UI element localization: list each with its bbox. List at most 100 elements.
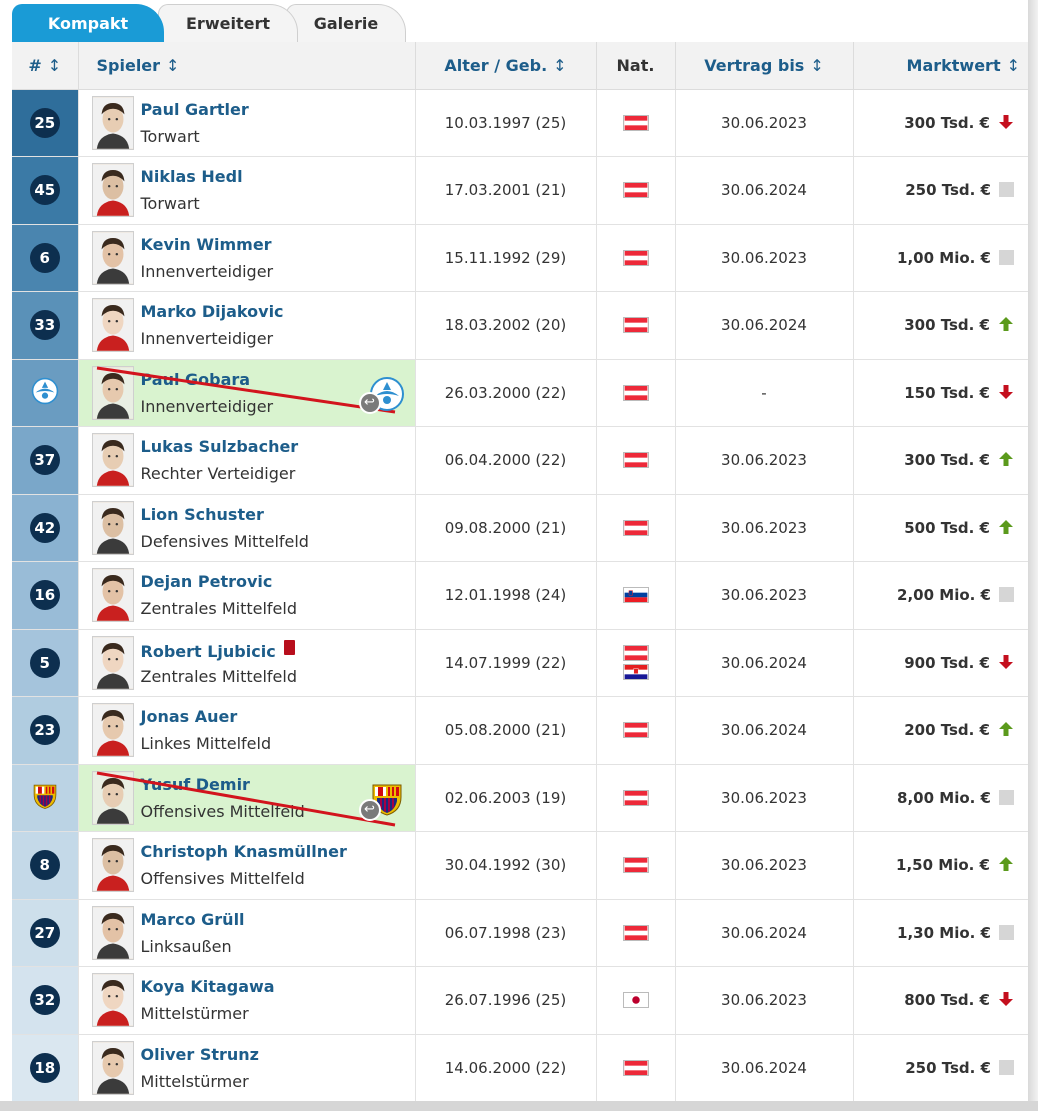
nationality-cell [595, 696, 675, 765]
austria-flag-icon [622, 1060, 649, 1076]
birthdate-age-cell: 14.06.2000 (22) [414, 1034, 596, 1102]
player-name-link[interactable]: Dejan Petrovic [141, 572, 273, 591]
market-value-link[interactable]: 2,00 Mio. € [897, 586, 991, 604]
player-portrait[interactable] [91, 973, 134, 1027]
shirt-number-badge: 27 [29, 917, 60, 948]
market-value-cell: 300 Tsd. € [852, 89, 1028, 157]
trend-down-icon [999, 114, 1013, 129]
player-portrait[interactable] [91, 703, 134, 757]
player-name-link[interactable]: Jonas Auer [141, 707, 238, 726]
player-portrait[interactable] [91, 95, 134, 150]
player-cell: Dejan Petrovic Zentrales Mittelfeld [77, 561, 415, 630]
market-value-link[interactable]: 8,00 Mio. € [897, 789, 991, 807]
tab-galerie[interactable]: Galerie [286, 4, 406, 42]
player-name-link[interactable]: Lukas Sulzbacher [141, 437, 299, 456]
player-portrait[interactable] [91, 163, 134, 217]
player-name-link[interactable]: Marco Grüll [141, 910, 245, 929]
market-value-cell: 8,00 Mio. € [852, 764, 1028, 832]
market-value-link[interactable]: 500 Tsd. € [904, 519, 990, 537]
player-portrait[interactable] [91, 433, 134, 487]
player-portrait[interactable] [91, 230, 134, 285]
red-card-icon [283, 639, 295, 655]
player-portrait[interactable] [91, 635, 134, 690]
birthdate-age-cell: 30.04.1992 (30) [414, 831, 596, 900]
austria-flag-icon [622, 114, 649, 131]
player-portrait[interactable] [91, 568, 134, 622]
sort-icon: ↕ [553, 55, 567, 75]
market-value-cell: 300 Tsd. € [852, 291, 1028, 360]
player-position: Defensives Mittelfeld [140, 531, 309, 551]
tab-erweitert[interactable]: Erweitert [158, 4, 298, 42]
table-row: 6 Kevin Wimmer Innenverteidiger 15.11.1992 … [12, 224, 1028, 292]
player-name-link[interactable]: Kevin Wimmer [141, 235, 272, 254]
shirt-number-cell: 37 [12, 426, 78, 495]
market-value-link[interactable]: 1,00 Mio. € [897, 249, 991, 267]
player-name-link[interactable]: Paul Gartler [141, 100, 249, 119]
player-cell: Christoph Knasmüllner Offensives Mittelfe… [77, 831, 415, 900]
shirt-number-cell: 32 [12, 966, 78, 1035]
table-row: 32 Koya Kitagawa Mittelstürmer 26.07.1996 (… [12, 966, 1028, 1035]
scroll-shadow [1028, 0, 1038, 1111]
table-row: 25 Paul Gartler Torwart 10.03.1997 (25) 30.0… [12, 89, 1028, 157]
player-portrait[interactable] [91, 298, 134, 352]
nationality-cell [595, 224, 675, 292]
contract-until-cell: 30.06.2024 [674, 629, 853, 697]
player-cell: Niklas Hedl Torwart [77, 156, 415, 225]
player-cell: Yusuf Demir Offensives Mittelfeld ↩ [77, 764, 415, 832]
player-position: Innenverteidiger [140, 329, 274, 348]
market-value-link[interactable]: 200 Tsd. € [904, 721, 990, 739]
column-header-player[interactable]: Spieler ↕ [77, 42, 415, 90]
market-value-link[interactable]: 250 Tsd. € [905, 181, 991, 199]
table-row: 8 Christoph Knasmüllner Offensives Mittelf… [12, 831, 1028, 900]
market-value-link[interactable]: 300 Tsd. € [904, 451, 990, 469]
blau-weiss-club-crest-icon [31, 377, 58, 404]
sort-icon: ↕ [1006, 55, 1020, 75]
player-portrait[interactable] [91, 1040, 134, 1095]
market-value-link[interactable]: 800 Tsd. € [904, 991, 990, 1009]
player-cell: Robert Ljubicic Zentrales Mittelfeld [77, 629, 415, 697]
shirt-number-badge: 23 [29, 715, 60, 746]
player-name-link[interactable]: Koya Kitagawa [141, 977, 275, 996]
market-value-cell: 1,30 Mio. € [852, 899, 1028, 967]
player-name-link[interactable]: Paul Gobara [141, 370, 251, 389]
trend-down-icon [999, 992, 1013, 1007]
column-header-age[interactable]: Alter / Geb. ↕ [414, 42, 596, 90]
trend-neutral-icon [999, 249, 1014, 265]
player-position: Torwart [140, 194, 200, 213]
market-value-link[interactable]: 1,30 Mio. € [897, 924, 991, 942]
player-portrait[interactable] [91, 365, 134, 420]
player-name-link[interactable]: Robert Ljubicic [141, 639, 295, 661]
player-portrait[interactable] [91, 770, 134, 825]
tab-kompakt[interactable]: Kompakt [12, 4, 164, 42]
player-cell: Lion Schuster Defensives Mittelfeld [77, 494, 415, 562]
nationality-cell [595, 291, 675, 360]
contract-until-cell: 30.06.2024 [674, 1034, 853, 1102]
table-row: 23 Jonas Auer Linkes Mittelfeld 05.08.2000 … [12, 696, 1028, 765]
column-header-market-value[interactable]: Marktwert ↕ [852, 42, 1028, 90]
nationality-cell [595, 764, 675, 832]
market-value-link[interactable]: 250 Tsd. € [905, 1059, 991, 1077]
market-value-link[interactable]: 900 Tsd. € [904, 654, 990, 672]
shirt-number-cell: 6 [12, 224, 78, 292]
shirt-number-cell: 42 [12, 494, 78, 562]
player-name-link[interactable]: Lion Schuster [141, 505, 264, 524]
column-header-number[interactable]: # ↕ [12, 42, 78, 90]
player-name-link[interactable]: Marko Dijakovic [141, 302, 284, 321]
column-header-contract[interactable]: Vertrag bis ↕ [674, 42, 853, 90]
player-portrait[interactable] [91, 905, 134, 960]
player-name-link[interactable]: Oliver Strunz [141, 1045, 259, 1064]
player-name-link[interactable]: Yusuf Demir [141, 775, 250, 794]
player-portrait[interactable] [91, 838, 134, 892]
shirt-number-cell: 8 [12, 831, 78, 900]
contract-until-cell: 30.06.2023 [674, 831, 853, 900]
player-name-link[interactable]: Christoph Knasmüllner [141, 842, 347, 861]
market-value-link[interactable]: 300 Tsd. € [904, 316, 990, 334]
market-value-link[interactable]: 150 Tsd. € [904, 384, 990, 402]
column-header-nationality: Nat. [595, 42, 675, 90]
market-value-link[interactable]: 300 Tsd. € [904, 114, 990, 132]
player-name-link[interactable]: Niklas Hedl [141, 167, 243, 186]
player-portrait[interactable] [91, 500, 134, 555]
sort-icon: ↕ [166, 55, 180, 75]
market-value-link[interactable]: 1,50 Mio. € [896, 856, 990, 874]
trend-down-icon [999, 384, 1013, 399]
